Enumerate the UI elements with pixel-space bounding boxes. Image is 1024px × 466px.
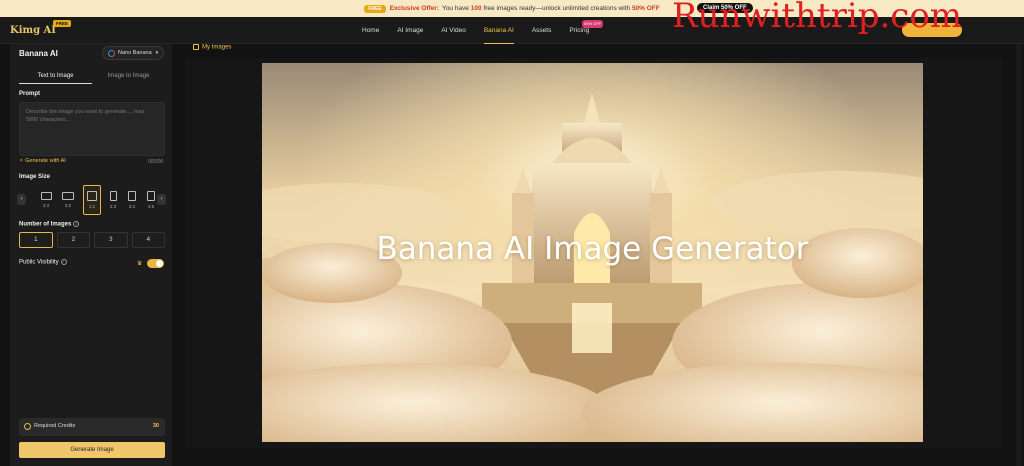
scroll-left-button[interactable]: ‹ <box>17 194 26 205</box>
logo-free-badge: FREE <box>53 20 72 27</box>
mode-tabs: Text to Image Image to Image <box>19 68 165 84</box>
prompt-input[interactable] <box>19 102 165 156</box>
size-option-2-3[interactable]: 2:3 <box>105 185 121 215</box>
public-visibility-text: Public Visibility <box>19 259 59 266</box>
public-visibility-toggle[interactable] <box>147 259 164 268</box>
tab-image-to-image[interactable]: Image to Image <box>92 68 165 84</box>
ratio-shape-icon <box>40 192 52 200</box>
ratio-shape-icon <box>109 191 117 201</box>
ratio-shape-icon <box>128 191 136 201</box>
required-credits-value: 30 <box>152 423 159 429</box>
my-images-label: My Images <box>202 44 232 51</box>
info-icon[interactable]: i <box>60 259 67 265</box>
image-size-label: Image Size <box>19 174 51 180</box>
info-icon[interactable]: i <box>73 221 80 227</box>
hero-title: Banana AI Image Generator <box>376 231 809 267</box>
tab-text-to-image[interactable]: Text to Image <box>19 68 92 84</box>
nav-banana-ai[interactable]: Banana AI <box>483 17 514 44</box>
num-option-4[interactable]: 4 <box>131 232 165 248</box>
toggle-knob <box>156 260 163 267</box>
prompt-label: Prompt <box>19 91 40 97</box>
size-label: 3:4 <box>128 204 136 209</box>
num-option-1[interactable]: 1 <box>19 232 53 248</box>
num-option-3[interactable]: 3 <box>94 232 128 248</box>
offer-text-a: You have <box>442 5 469 12</box>
number-of-images-options: 1 2 3 4 <box>19 232 165 248</box>
hero-image: Banana AI Image Generator <box>262 63 923 442</box>
generator-sidebar: Banana AI Nano Banana ▾ Text to Image Im… <box>10 44 172 466</box>
image-size-options: ‹ 4:3 3:2 1:1 2:3 3:4 4:5 › <box>17 185 167 215</box>
crown-icon: ♛ <box>137 261 143 267</box>
generate-with-ai-link[interactable]: ✧ Generate with AI <box>19 158 66 164</box>
ratio-shape-icon <box>62 192 74 200</box>
public-visibility-row: Public Visibility i ♛ <box>19 259 165 269</box>
num-option-2[interactable]: 2 <box>56 232 90 248</box>
number-of-images-text: Number of Images <box>19 221 72 228</box>
size-label: 3:2 <box>64 203 72 208</box>
public-visibility-label: Public Visibility i <box>19 259 67 266</box>
offer-title: Exclusive Offer: <box>389 5 440 12</box>
required-credits-box: Required Credits 30 <box>19 418 165 436</box>
size-option-1-1[interactable]: 1:1 <box>83 185 101 215</box>
generate-with-ai-label: Generate with AI <box>25 158 66 164</box>
model-select[interactable]: Nano Banana ▾ <box>102 46 164 60</box>
nav-ai-image[interactable]: AI Image <box>397 17 423 44</box>
sidebar-title: Banana AI <box>19 49 58 58</box>
char-count: 0/5000 <box>148 159 164 165</box>
nav-ai-video[interactable]: AI Video <box>441 17 465 44</box>
size-label: 1:1 <box>88 204 96 209</box>
pricing-badge: 50% OFF <box>582 20 604 28</box>
ratio-shape-icon <box>87 191 97 201</box>
size-label: 2:3 <box>109 204 117 209</box>
logo[interactable]: Kimg AI <box>10 25 56 36</box>
nav-pricing-label: Pricing <box>569 27 590 34</box>
size-label: 4:5 <box>147 204 155 209</box>
watermark: Runwithtrip.com <box>672 0 963 36</box>
free-tag: FREE <box>364 4 386 13</box>
offer-text-b: free images ready—unlock unlimited creat… <box>483 5 631 12</box>
size-option-3-2[interactable]: 3:2 <box>59 185 77 215</box>
nav-pricing[interactable]: Pricing 50% OFF <box>569 17 604 44</box>
main-nav: Home AI Image AI Video Banana AI Assets … <box>362 17 607 44</box>
generate-image-button[interactable]: Generate Image <box>19 442 165 458</box>
nav-assets[interactable]: Assets <box>532 17 552 44</box>
nav-home[interactable]: Home <box>362 17 379 44</box>
images-icon <box>193 44 199 50</box>
size-label: 4:3 <box>42 203 50 208</box>
chevron-down-icon: ▾ <box>155 50 159 56</box>
offer-count: 100 <box>470 5 482 12</box>
number-of-images-label: Number of Images i <box>19 221 80 228</box>
scroll-right-button[interactable]: › <box>157 194 166 205</box>
page-scrollbar[interactable] <box>1016 44 1022 466</box>
my-images-link[interactable]: My Images <box>193 44 231 51</box>
google-icon <box>108 49 115 57</box>
size-option-4-3[interactable]: 4:3 <box>37 185 55 215</box>
offer-discount: 50% OFF <box>631 5 660 12</box>
size-option-3-4[interactable]: 3:4 <box>124 185 140 215</box>
coin-icon <box>24 423 31 430</box>
ratio-shape-icon <box>147 191 155 201</box>
model-name: Nano Banana <box>118 50 152 56</box>
required-credits-label: Required Credits <box>34 423 76 429</box>
